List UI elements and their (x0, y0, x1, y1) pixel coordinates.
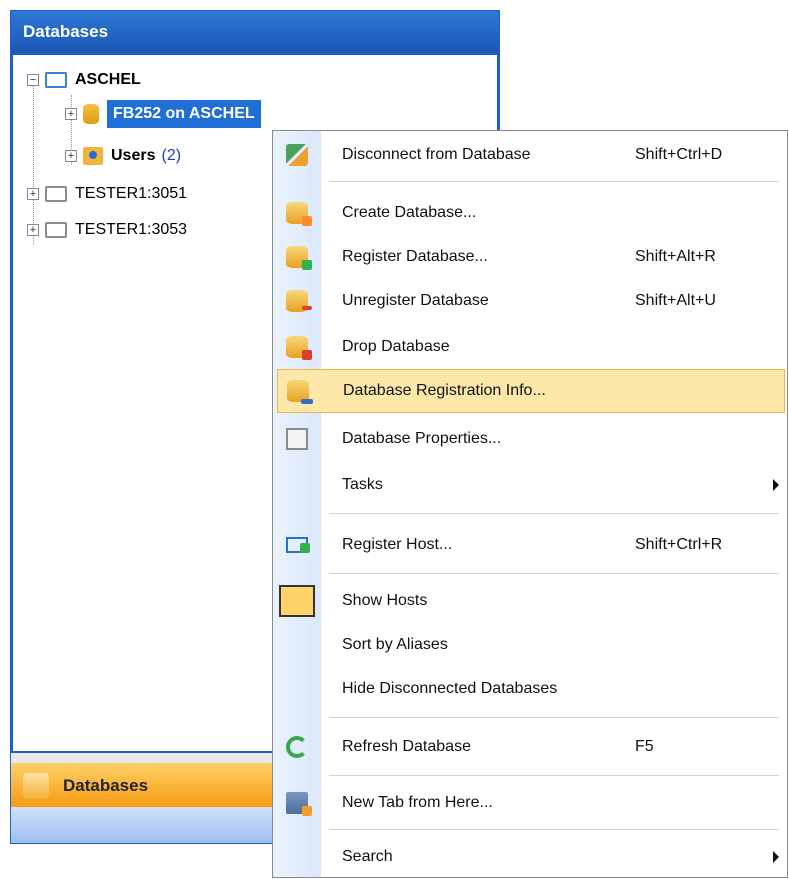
menu-separator (329, 513, 779, 514)
disconnect-icon (286, 144, 308, 166)
show-hosts-icon (279, 585, 315, 617)
collapse-icon[interactable]: − (27, 74, 39, 86)
menu-item-register-host[interactable]: Register Host... Shift+Ctrl+R (273, 523, 787, 567)
expand-icon[interactable]: + (27, 224, 39, 236)
menu-separator (329, 181, 779, 182)
registration-info-icon (287, 380, 313, 404)
submenu-arrow-icon (773, 479, 779, 491)
tree-node-fb252[interactable]: + FB252 on ASCHEL (65, 99, 261, 129)
menu-item-show-hosts[interactable]: Show Hosts (273, 579, 787, 623)
menu-separator (329, 717, 779, 718)
tree-node-label: ASCHEL (75, 71, 141, 88)
submenu-arrow-icon (773, 851, 779, 863)
menu-item-new-tab[interactable]: New Tab from Here... (273, 781, 787, 825)
menu-separator (329, 829, 779, 830)
tree-node-label: FB252 on ASCHEL (107, 100, 261, 128)
register-database-icon (286, 246, 312, 270)
host-icon (45, 222, 67, 238)
menu-separator (329, 775, 779, 776)
tree-node-aschel[interactable]: − ASCHEL (27, 65, 141, 95)
new-tab-icon (286, 792, 312, 816)
menu-item-search[interactable]: Search (273, 835, 787, 879)
databases-icon (23, 773, 49, 799)
drop-database-icon (286, 336, 312, 360)
register-host-icon (286, 537, 310, 553)
menu-item-register-database[interactable]: Register Database... Shift+Alt+R (273, 235, 787, 279)
nav-tab-label: Databases (63, 776, 149, 795)
menu-item-database-properties[interactable]: Database Properties... (273, 417, 787, 461)
expand-icon[interactable]: + (27, 188, 39, 200)
menu-item-refresh-database[interactable]: Refresh Database F5 (273, 725, 787, 769)
users-icon (83, 147, 103, 165)
create-database-icon (286, 202, 312, 226)
tree-node-users[interactable]: + Users (2) (65, 141, 181, 171)
host-icon (45, 72, 67, 88)
properties-icon (286, 428, 308, 450)
menu-item-sort-by-aliases[interactable]: Sort by Aliases (273, 623, 787, 667)
refresh-icon (286, 736, 308, 758)
menu-item-drop-database[interactable]: Drop Database (273, 325, 787, 369)
expand-icon[interactable]: + (65, 150, 77, 162)
database-icon (83, 104, 99, 124)
unregister-database-icon (286, 290, 312, 312)
tree-node-label: Users (111, 147, 156, 164)
tree-node-label: TESTER1:3053 (75, 221, 188, 238)
tree-node-tester1-3053[interactable]: + TESTER1:3053 (27, 215, 187, 245)
users-count: (2) (161, 147, 182, 164)
menu-item-unregister-database[interactable]: Unregister Database Shift+Alt+U (273, 279, 787, 323)
panel-title: Databases (11, 11, 499, 53)
tree-node-tester1-3051[interactable]: + TESTER1:3051 (27, 179, 187, 209)
expand-icon[interactable]: + (65, 108, 77, 120)
context-menu: Disconnect from Database Shift+Ctrl+D Cr… (272, 130, 788, 878)
tree-node-label: TESTER1:3051 (75, 185, 188, 202)
menu-item-disconnect[interactable]: Disconnect from Database Shift+Ctrl+D (273, 133, 787, 177)
menu-item-hide-disconnected[interactable]: Hide Disconnected Databases (273, 667, 787, 711)
host-icon (45, 186, 67, 202)
menu-item-create-database[interactable]: Create Database... (273, 191, 787, 235)
menu-item-registration-info[interactable]: Database Registration Info... (277, 369, 785, 413)
menu-item-tasks[interactable]: Tasks (273, 463, 787, 507)
menu-separator (329, 573, 779, 574)
